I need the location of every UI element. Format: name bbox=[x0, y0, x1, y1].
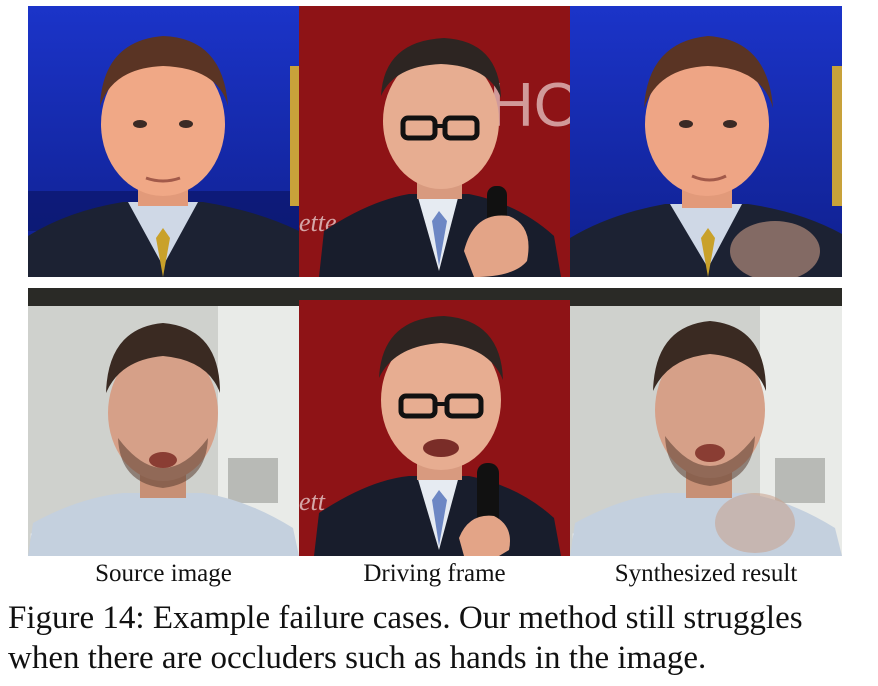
figure-image-grid: HO ette ett bbox=[28, 6, 842, 556]
row2-driving-frame: ett bbox=[299, 288, 570, 556]
column-label-driving-frame: Driving frame bbox=[363, 560, 506, 587]
column-label-source-image: Source image bbox=[95, 560, 232, 587]
row2-source-image: n bbox=[28, 288, 299, 556]
row1-source-image bbox=[28, 6, 299, 277]
row2-synthesized-result: n bbox=[570, 288, 842, 556]
figure-caption: Figure 14: Example failure cases. Our me… bbox=[8, 600, 803, 676]
row1-synthesized-result bbox=[570, 6, 842, 277]
driving-banner-text: HO bbox=[489, 71, 570, 140]
row1-driving-frame: HO ette bbox=[299, 6, 570, 277]
column-label-synthesized-result: Synthesized result bbox=[614, 560, 798, 587]
